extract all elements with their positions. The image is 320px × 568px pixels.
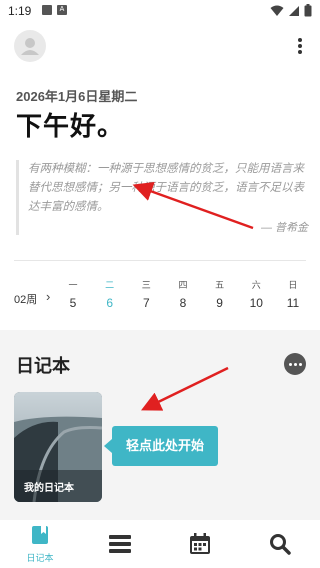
day-fri[interactable]: 五9	[207, 278, 233, 310]
status-time: 1:19	[8, 4, 32, 18]
more-horizontal-icon[interactable]	[284, 353, 306, 375]
start-tooltip[interactable]: 轻点此处开始	[112, 426, 218, 466]
quote-text: 有两种模糊：一种源于思想感情的贫乏，只能用语言来替代思想感情；另一种源于语言的贫…	[28, 163, 304, 213]
nav-calendar[interactable]	[160, 520, 240, 568]
divider	[14, 260, 306, 261]
quote-author: — 普希金	[260, 222, 308, 234]
battery-icon	[304, 4, 312, 17]
calendar-icon	[190, 533, 210, 554]
list-icon	[109, 535, 131, 553]
bottom-navigation: 日记本	[0, 520, 320, 568]
daily-quote: 有两种模糊：一种源于思想感情的贫乏，只能用语言来替代思想感情；另一种源于语言的贫…	[16, 160, 308, 235]
day-sun[interactable]: 日 11	[280, 278, 306, 310]
day-tue-selected[interactable]: 二6	[97, 278, 123, 310]
signal-icon	[289, 5, 299, 16]
section-title: 日记本	[16, 356, 70, 376]
diary-card[interactable]: 我的日记本	[14, 392, 102, 502]
nav-list[interactable]	[80, 520, 160, 568]
day-wed[interactable]: 三7	[133, 278, 159, 310]
greeting-title: 下午好。	[16, 111, 125, 141]
diary-card-label: 我的日记本	[24, 483, 74, 494]
wifi-icon	[270, 5, 284, 16]
more-options-icon[interactable]	[298, 38, 302, 54]
diary-book-icon	[32, 526, 48, 544]
user-icon	[21, 38, 39, 55]
day-sat[interactable]: 六 10	[243, 278, 269, 310]
week-days: 一5 二6 三7 四8 五9 六 10 日 11	[60, 278, 306, 310]
week-label[interactable]: 02周	[14, 291, 37, 307]
date-text: 2026年1月6日星期二	[16, 89, 138, 104]
a-icon: A	[57, 5, 67, 15]
day-mon[interactable]: 一5	[60, 278, 86, 310]
notification-icon	[42, 5, 52, 15]
chevron-right-icon[interactable]: ›	[46, 289, 50, 304]
nav-search[interactable]	[240, 520, 320, 568]
avatar[interactable]	[14, 30, 46, 62]
nav-diary-label: 日记本	[26, 553, 54, 563]
nav-diary[interactable]: 日记本	[0, 520, 80, 568]
diary-section: 日记本 我的日记本 轻点此处开始	[0, 330, 320, 520]
day-thu[interactable]: 四8	[170, 278, 196, 310]
tooltip-pointer	[104, 439, 112, 453]
search-icon	[270, 534, 291, 555]
status-bar: 1:19 A	[0, 0, 320, 24]
